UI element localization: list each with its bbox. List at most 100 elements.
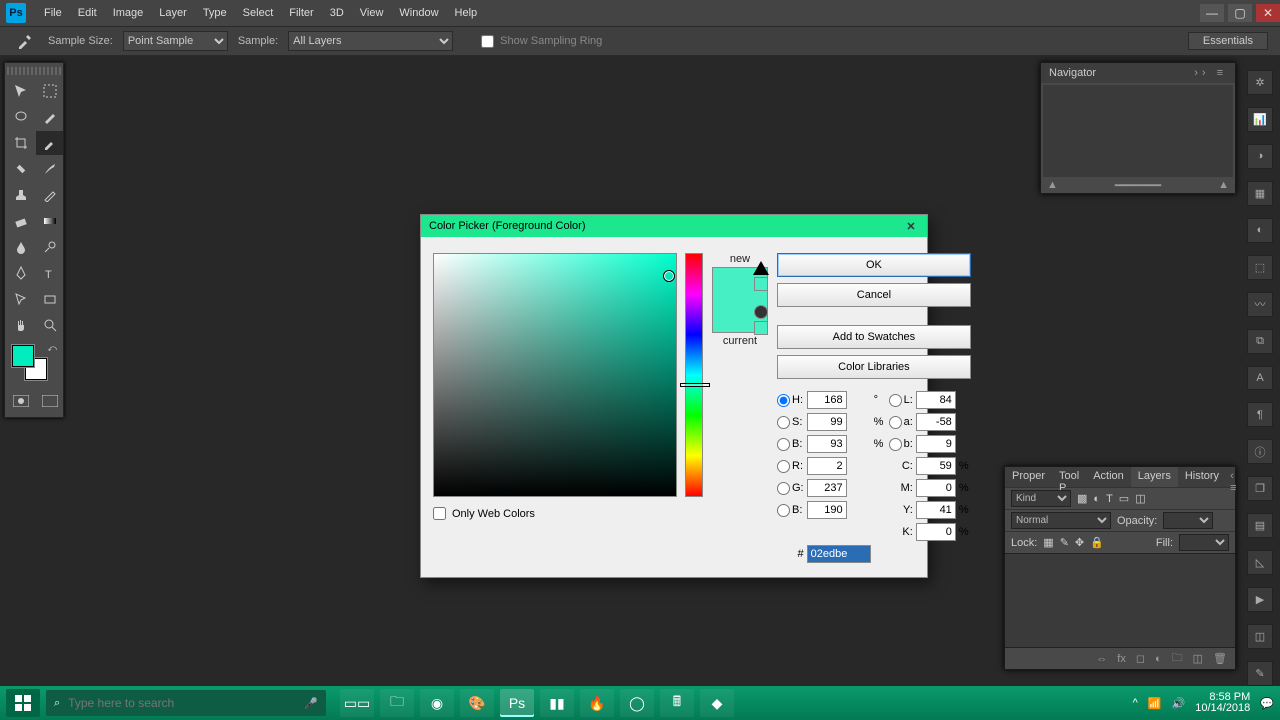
tab-properties[interactable]: Proper <box>1005 467 1052 487</box>
gradient-tool[interactable] <box>36 209 63 233</box>
dialog-close-button[interactable]: ✕ <box>903 218 919 234</box>
cancel-button[interactable]: Cancel <box>777 283 971 307</box>
bb-radio[interactable]: b: <box>889 438 913 451</box>
tab-tool-presets[interactable]: Tool P <box>1052 467 1086 487</box>
y-field[interactable] <box>916 501 956 519</box>
folder-icon[interactable]: 🗀 <box>1172 649 1183 668</box>
wand-tool[interactable] <box>36 105 63 129</box>
notes-icon[interactable]: ✎ <box>1247 661 1273 686</box>
show-sampling-ring-checkbox[interactable]: Show Sampling Ring <box>481 35 602 48</box>
color-field-cursor[interactable] <box>663 270 675 282</box>
pen-tool[interactable] <box>7 261 34 285</box>
volume-icon[interactable]: 🔊 <box>1172 697 1186 710</box>
layers-list[interactable] <box>1005 553 1235 647</box>
histogram-icon[interactable]: 📊 <box>1247 107 1273 132</box>
panel-menu-icon[interactable]: ‹ ≡ <box>1226 467 1243 487</box>
lock-pos-icon[interactable]: ✥ <box>1075 536 1084 549</box>
network-icon[interactable]: 📶 <box>1148 697 1162 710</box>
menu-view[interactable]: View <box>352 7 392 19</box>
lock-paint-icon[interactable]: ✎ <box>1060 536 1069 549</box>
heal-tool[interactable] <box>7 157 34 181</box>
clock[interactable]: 8:58 PM 10/14/2018 <box>1195 692 1250 714</box>
character-icon[interactable]: A <box>1247 366 1273 391</box>
filter-adjust-icon[interactable]: ◐ <box>1093 493 1100 505</box>
bv-radio[interactable]: B: <box>777 438 804 451</box>
ok-button[interactable]: OK <box>777 253 971 277</box>
app-icon-1[interactable]: 🎨 <box>460 689 494 717</box>
color-icon[interactable]: ◑ <box>1247 144 1273 169</box>
zoom-tool[interactable] <box>36 313 63 337</box>
settings-icon[interactable]: ✲ <box>1247 70 1273 95</box>
sample-layers-select[interactable]: All Layers <box>288 31 453 51</box>
menu-edit[interactable]: Edit <box>70 7 105 19</box>
l-field[interactable] <box>916 391 956 409</box>
c-field[interactable] <box>916 457 956 475</box>
explorer-icon[interactable]: 🗀 <box>380 689 414 717</box>
fill-select[interactable] <box>1179 534 1229 551</box>
tab-actions[interactable]: Action <box>1086 467 1131 487</box>
app-icon-2[interactable]: ▮▮ <box>540 689 574 717</box>
zoom-out-icon[interactable]: ▲ <box>1047 179 1058 195</box>
minimize-button[interactable]: — <box>1200 4 1224 22</box>
m-field[interactable] <box>916 479 956 497</box>
filter-pixel-icon[interactable]: ▩ <box>1077 492 1087 505</box>
color-libraries-button[interactable]: Color Libraries <box>777 355 971 379</box>
menu-help[interactable]: Help <box>447 7 486 19</box>
stamp-tool[interactable] <box>7 183 34 207</box>
measure-icon[interactable]: ◫ <box>1247 624 1273 649</box>
web-colors-checkbox[interactable]: Only Web Colors <box>433 507 677 520</box>
close-button[interactable]: ✕ <box>1256 4 1280 22</box>
hue-slider[interactable] <box>685 253 703 497</box>
color-field[interactable] <box>433 253 677 497</box>
opacity-select[interactable] <box>1163 512 1213 529</box>
bc-field[interactable] <box>807 501 847 519</box>
app-icon-3[interactable]: 🔥 <box>580 689 614 717</box>
lock-all-icon[interactable]: 🔒 <box>1090 536 1104 549</box>
menu-window[interactable]: Window <box>391 7 446 19</box>
history-brush-tool[interactable] <box>36 183 63 207</box>
swap-colors-icon[interactable]: ⤺ <box>47 343 57 354</box>
menu-layer[interactable]: Layer <box>151 7 195 19</box>
hex-field[interactable] <box>807 545 871 563</box>
paths-icon[interactable]: ◺ <box>1247 550 1273 575</box>
eraser-tool[interactable] <box>7 209 34 233</box>
h-radio[interactable]: H: <box>777 394 804 407</box>
menu-type[interactable]: Type <box>195 7 235 19</box>
hand-tool[interactable] <box>7 313 34 337</box>
menu-file[interactable]: File <box>36 7 70 19</box>
g-field[interactable] <box>807 479 847 497</box>
screen-mode-toggle[interactable] <box>36 389 63 413</box>
brushes-icon[interactable]: 〰 <box>1247 292 1273 317</box>
marquee-tool[interactable] <box>36 79 63 103</box>
move-tool[interactable] <box>7 79 34 103</box>
navigator-canvas[interactable] <box>1043 85 1233 177</box>
taskbar-search[interactable]: ⌕ 🎤 <box>46 690 326 716</box>
add-swatch-button[interactable]: Add to Swatches <box>777 325 971 349</box>
gamut-warning-icon[interactable] <box>753 261 769 275</box>
obs-icon[interactable]: ◯ <box>620 689 654 717</box>
mic-icon[interactable]: 🎤 <box>304 697 318 710</box>
shape-tool[interactable] <box>36 287 63 311</box>
foreground-color-swatch[interactable] <box>12 345 34 367</box>
eyedropper-tool[interactable] <box>36 131 63 155</box>
start-button[interactable] <box>6 689 40 717</box>
workspace-switcher[interactable]: Essentials <box>1188 32 1268 50</box>
trash-icon[interactable]: 🗑 <box>1213 652 1227 665</box>
h-field[interactable] <box>807 391 847 409</box>
color-swatches[interactable]: ⤺ <box>7 343 63 387</box>
brush-tool[interactable] <box>36 157 63 181</box>
s-radio[interactable]: S: <box>777 416 804 429</box>
layer-kind-filter[interactable]: Kind <box>1011 490 1071 507</box>
tab-layers[interactable]: Layers <box>1131 467 1178 487</box>
new-layer-icon[interactable]: ◫ <box>1193 652 1203 665</box>
dialog-titlebar[interactable]: Color Picker (Foreground Color) ✕ <box>421 215 927 237</box>
navigator-header[interactable]: Navigator›› ≡ <box>1041 63 1235 83</box>
adjustments-icon[interactable]: ◐ <box>1247 218 1273 243</box>
unity-icon[interactable]: ◆ <box>700 689 734 717</box>
zoom-in-icon[interactable]: ▲ <box>1218 179 1229 195</box>
blur-tool[interactable] <box>7 235 34 259</box>
notifications-icon[interactable]: 💬 <box>1260 697 1274 710</box>
chrome-icon[interactable]: ◉ <box>420 689 454 717</box>
clone-icon[interactable]: ⧉ <box>1247 329 1273 354</box>
lock-trans-icon[interactable]: ▦ <box>1043 536 1053 549</box>
